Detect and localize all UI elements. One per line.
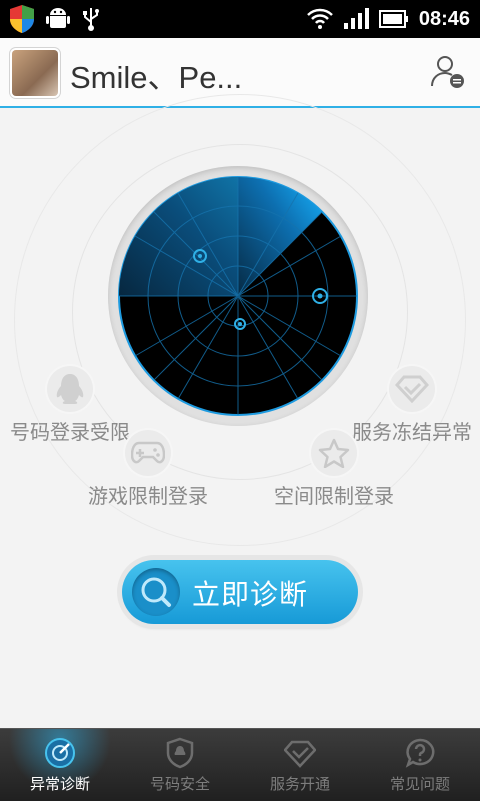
diamond-icon <box>284 740 316 768</box>
question-icon <box>405 738 435 768</box>
tab-faq[interactable]: 常见问题 <box>360 729 480 801</box>
shield-icon <box>166 737 194 769</box>
shield-app-icon <box>10 5 34 33</box>
diagnose-now-button[interactable]: 立即诊断 <box>122 560 358 624</box>
battery-icon <box>378 10 408 28</box>
diamond-check-icon <box>389 366 435 412</box>
android-icon <box>46 8 70 28</box>
wifi-icon <box>306 8 333 29</box>
account-menu-icon[interactable] <box>430 54 466 90</box>
qq-penguin-icon <box>47 366 93 412</box>
avatar[interactable] <box>12 50 58 96</box>
star-icon <box>311 430 357 476</box>
tab-label: 服务开通 <box>269 775 330 793</box>
tab-account-security[interactable]: 号码安全 <box>120 729 240 801</box>
feature-label: 游戏限制登录 <box>88 484 208 508</box>
bottom-tab-bar: 异常诊断 号码安全 服务开通 常见问题 <box>0 728 480 801</box>
tab-label: 常见问题 <box>389 775 450 793</box>
diagnose-button-label: 立即诊断 <box>192 578 309 611</box>
search-icon <box>132 568 180 616</box>
feature-game-login-restricted[interactable]: 游戏限制登录 <box>78 430 218 509</box>
gamepad-icon <box>125 430 171 476</box>
radar-icon <box>45 738 75 768</box>
feature-qzone-login-restricted[interactable]: 空间限制登录 <box>264 430 404 509</box>
clock: 08:46 <box>418 7 470 30</box>
radar-scan <box>118 176 358 416</box>
tab-service-activation[interactable]: 服务开通 <box>240 729 360 801</box>
status-bar: 08:46 <box>0 0 480 38</box>
signal-icon <box>343 8 369 29</box>
feature-label: 空间限制登录 <box>274 484 394 508</box>
account-title: Smile、Pe... <box>70 60 243 95</box>
radar-frame <box>108 166 368 426</box>
tab-label: 异常诊断 <box>29 775 90 793</box>
tab-label: 号码安全 <box>149 775 210 793</box>
usb-icon <box>83 8 99 31</box>
diagnosis-panel: 号码登录受限 服务冻结异常 游戏限制登录 空间限制登录 立即诊断 <box>0 94 480 728</box>
tab-anomaly-diagnosis[interactable]: 异常诊断 <box>0 729 120 801</box>
